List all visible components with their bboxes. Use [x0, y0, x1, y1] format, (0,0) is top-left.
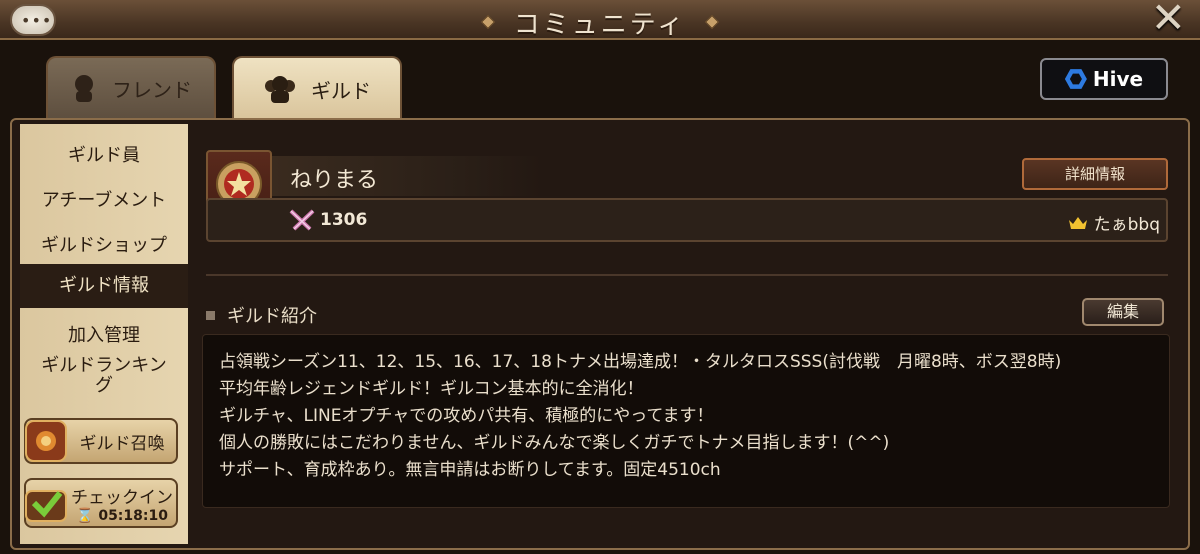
- hive-label: Hive: [1092, 67, 1144, 91]
- checkin-chest-icon: [25, 490, 67, 522]
- diamond-ornament-icon: [480, 14, 495, 30]
- summon-scroll-icon: [25, 420, 67, 462]
- guild-power: 1306: [320, 210, 368, 230]
- sidebar-item-shop[interactable]: ギルドショップ: [20, 231, 188, 257]
- checkin-timer: ⌛ 05:18:10: [76, 507, 168, 524]
- page-title: コミュニティ: [513, 10, 687, 40]
- guild-intro-text: 占領戦シーズン11、12、15、16、17、18トナメ出場達成！・タルタロスSS…: [202, 334, 1170, 508]
- divider: [206, 274, 1168, 276]
- hive-logo-icon: [1064, 69, 1087, 89]
- checkin-button[interactable]: チェックイン ⌛ 05:18:10: [24, 478, 178, 528]
- crown-icon: [1068, 216, 1087, 229]
- title-wrap: コミュニティ: [0, 4, 1200, 41]
- intro-line: ギルチャ、LINEオプチャでの攻めパ共有、積極的にやってます！: [219, 406, 714, 426]
- guild-name: ねりまる: [290, 168, 379, 193]
- sidebar-item-ranking[interactable]: ギルドランキン グ: [20, 356, 188, 396]
- intro-line: 個人の勝敗にはこだわりません、ギルドみんなで楽しくガチでトナメ目指します！(^^…: [219, 433, 890, 453]
- guild-icon: [265, 76, 295, 103]
- close-button[interactable]: ✕: [1151, 0, 1186, 40]
- intro-line: サポート、育成枠あり。無言申請はお断りしてます。固定4510ch: [219, 460, 721, 480]
- intro-line: 占領戦シーズン11、12、15、16、17、18トナメ出場達成！・タルタロスSS…: [219, 352, 1062, 372]
- guild-leader-name: たぁbbq: [1093, 215, 1160, 235]
- checkin-label: チェックイン: [71, 487, 173, 508]
- sidebar-item-join-management[interactable]: 加入管理: [20, 321, 188, 347]
- checkin-timer-value: 05:18:10: [98, 507, 168, 524]
- guild-leader: たぁbbq: [1068, 210, 1160, 235]
- bullet-icon: [206, 310, 215, 320]
- title-bar: ••• コミュニティ ✕: [0, 0, 1200, 40]
- crossed-swords-icon: [289, 209, 315, 231]
- sidebar-item-guild-info[interactable]: ギルド情報: [20, 264, 188, 308]
- sidebar-item-ranking-label-cont: グ: [95, 375, 113, 396]
- detail-info-button[interactable]: 詳細情報: [1022, 158, 1168, 190]
- intro-label: ギルド紹介: [227, 306, 317, 327]
- diamond-ornament-icon: [705, 14, 720, 30]
- intro-heading: ギルド紹介: [206, 302, 317, 328]
- edit-button[interactable]: 編集: [1082, 298, 1164, 326]
- tab-friend-label: フレンド: [112, 77, 192, 102]
- friend-icon: [75, 75, 93, 102]
- checkin-text: チェックイン ⌛ 05:18:10: [68, 483, 176, 524]
- sidebar-item-ranking-label: ギルドランキン: [41, 355, 167, 376]
- tab-friend[interactable]: フレンド: [46, 56, 216, 118]
- tab-guild[interactable]: ギルド: [232, 56, 402, 120]
- hive-button[interactable]: Hive: [1040, 58, 1168, 100]
- sidebar-item-members[interactable]: ギルド員: [20, 141, 188, 167]
- sidebar-item-achievements[interactable]: アチーブメント: [20, 186, 188, 212]
- guild-summon-label: ギルド召喚: [79, 433, 165, 454]
- tab-guild-label: ギルド: [311, 78, 371, 103]
- intro-line: 平均年齢レジェンドギルド！ギルコン基本的に全消化！: [219, 379, 644, 399]
- guild-summon-button[interactable]: ギルド召喚: [24, 418, 178, 464]
